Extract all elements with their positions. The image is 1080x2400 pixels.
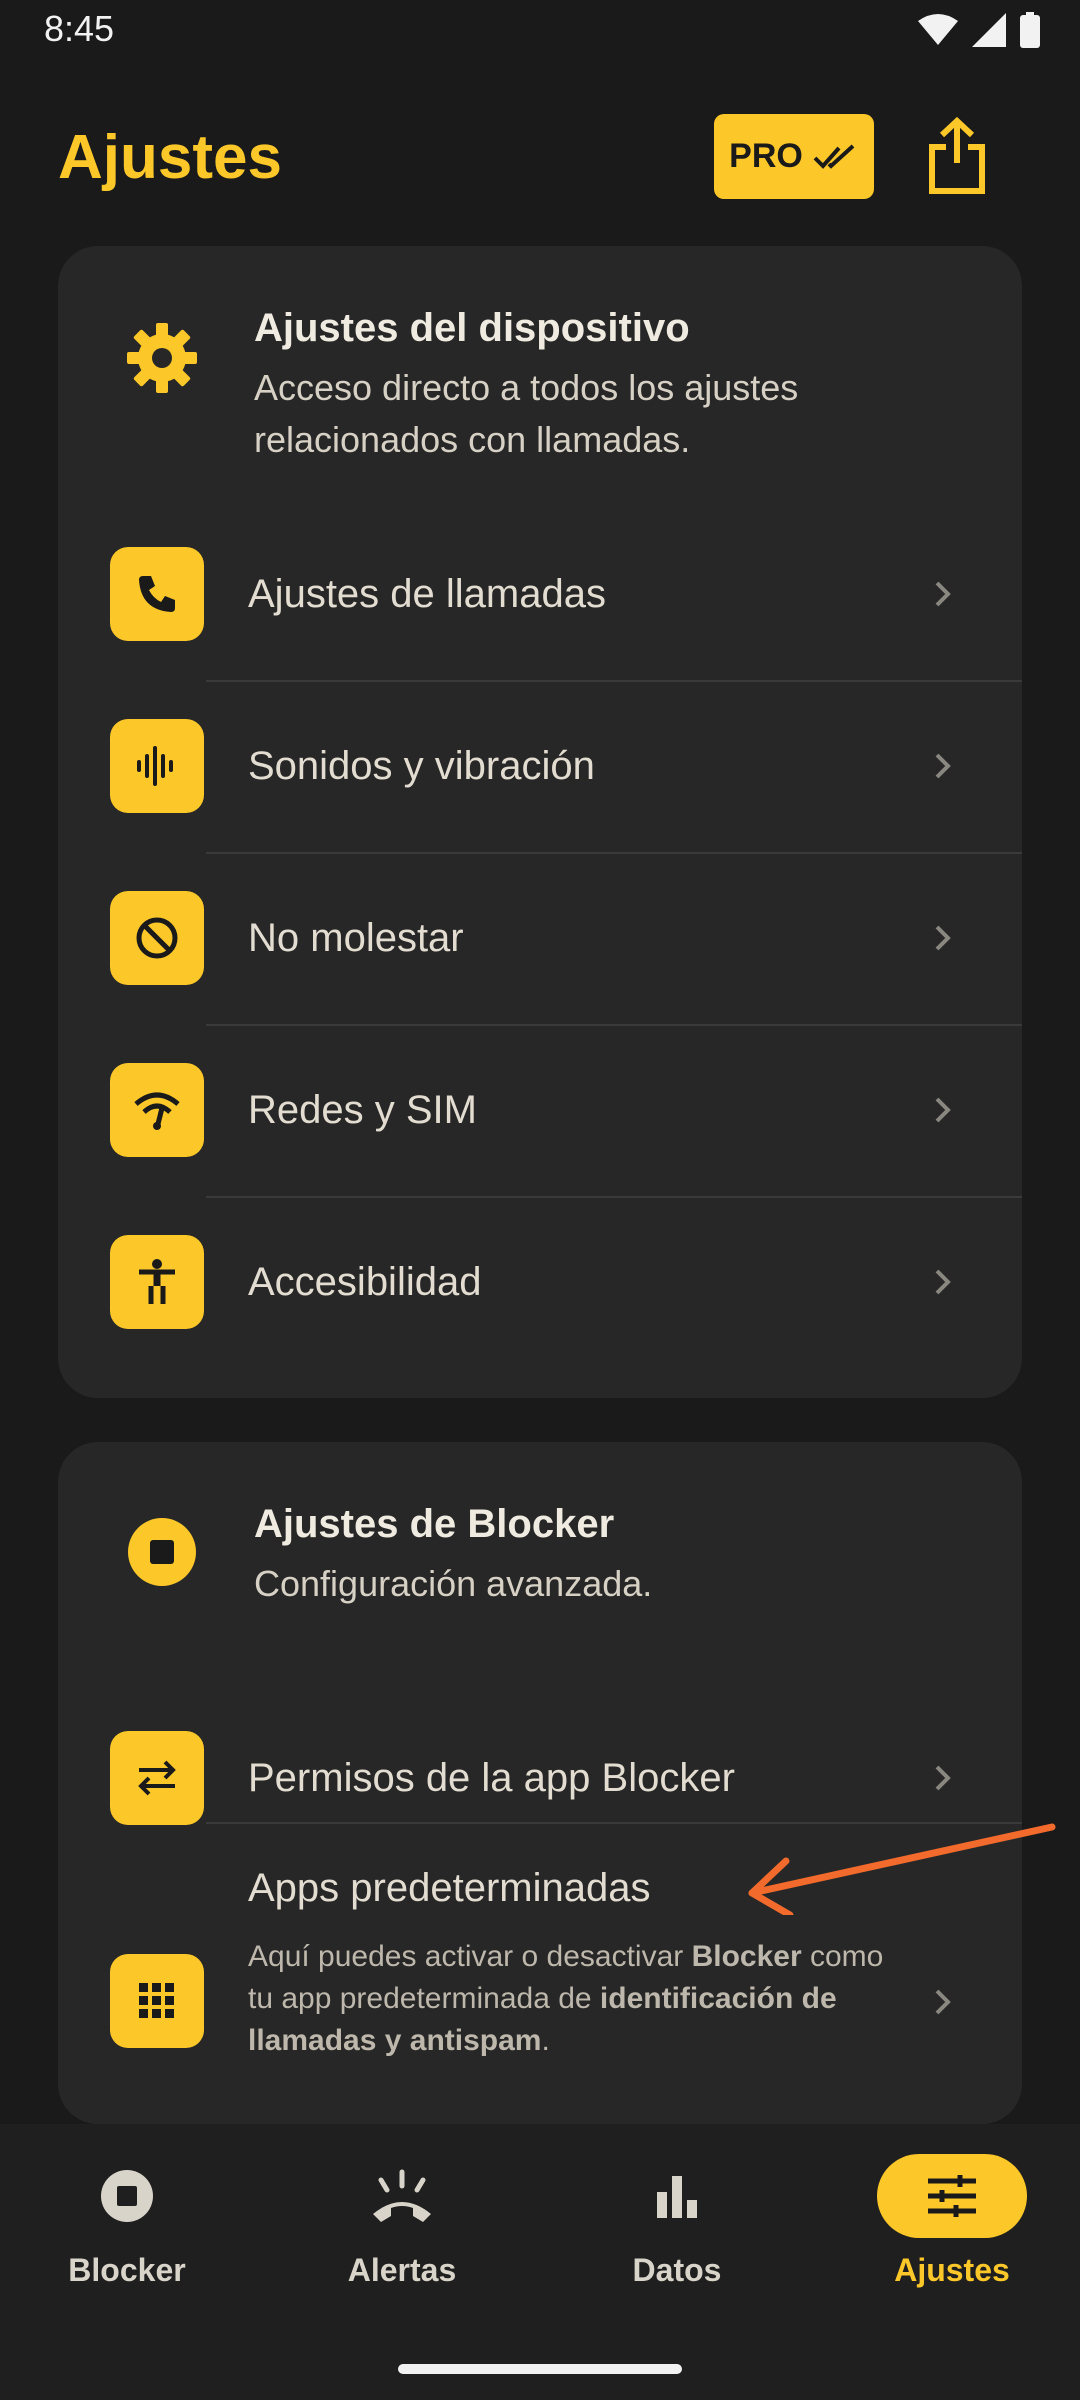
nav-label: Blocker — [68, 2252, 186, 2288]
desc-text: Aquí puedes activar o desactivar — [248, 1940, 692, 1973]
bottom-navigation: Blocker Alertas Datos Ajustes — [0, 2124, 1080, 2400]
status-time: 8:45 — [44, 8, 115, 49]
chevron-right-icon — [934, 1988, 952, 2021]
nav-label: Datos — [632, 2252, 722, 2288]
nav-item-blocker[interactable]: Blocker — [27, 2154, 227, 2314]
device-settings-card: Ajustes del dispositivo Acceso directo a… — [58, 246, 1022, 1398]
gesture-handle[interactable] — [398, 2364, 682, 2374]
status-bar: 8:45 — [0, 0, 1080, 64]
row-label: Sonidos y vibración — [248, 744, 595, 788]
page-title: Ajustes — [58, 123, 282, 192]
do-not-disturb-icon — [110, 891, 204, 985]
chevron-right-icon — [934, 680, 952, 852]
wifi-icon — [918, 14, 958, 45]
battery-icon — [1020, 12, 1040, 48]
desc-text: . — [541, 2024, 550, 2057]
blocker-settings-subtitle: Configuración avanzada. — [254, 1563, 653, 1604]
chevron-right-icon — [934, 508, 952, 680]
signal-icon — [972, 13, 1006, 47]
double-check-icon — [813, 144, 855, 169]
nav-item-datos[interactable]: Datos — [577, 2154, 777, 2314]
swap-arrows-icon — [110, 1731, 204, 1825]
phone-hangup-icon — [327, 2154, 477, 2238]
chevron-right-icon — [934, 1024, 952, 1196]
status-icons — [918, 12, 1040, 48]
row-label: No molestar — [248, 916, 464, 960]
blocker-settings-card: Ajustes de Blocker Configuración avanzad… — [58, 1442, 1022, 2124]
network-icon — [110, 1063, 204, 1157]
device-settings-subtitle: Acceso directo a todos los ajustes relac… — [254, 367, 799, 460]
row-label: Apps predeterminadas — [248, 1866, 651, 1910]
default-apps-description: Aquí puedes activar o desactivar Blocker… — [248, 1936, 888, 2062]
row-sounds-vibration[interactable]: Sonidos y vibración — [58, 680, 1022, 852]
stop-icon — [52, 2154, 202, 2238]
chevron-right-icon — [934, 1196, 952, 1368]
blocker-settings-title: Ajustes de Blocker — [254, 1502, 615, 1546]
row-networks-sim[interactable]: Redes y SIM — [58, 1024, 1022, 1196]
sliders-icon — [877, 2154, 1027, 2238]
sound-wave-icon — [110, 719, 204, 813]
app-grid-icon — [110, 1954, 204, 2048]
row-label: Ajustes de llamadas — [248, 572, 606, 616]
row-accessibility[interactable]: Accesibilidad — [58, 1196, 1022, 1368]
nav-label: Alertas — [347, 2252, 457, 2288]
nav-label: Ajustes — [894, 2252, 1010, 2288]
annotation-arrow-icon — [748, 1823, 1056, 1915]
row-call-settings[interactable]: Ajustes de llamadas — [58, 508, 1022, 680]
row-do-not-disturb[interactable]: No molestar — [58, 852, 1022, 1024]
gear-icon — [112, 308, 212, 408]
phone-icon — [110, 547, 204, 641]
share-icon — [929, 117, 985, 194]
accessibility-icon — [110, 1235, 204, 1329]
bar-chart-icon — [602, 2154, 752, 2238]
stop-icon — [112, 1502, 212, 1602]
nav-item-alertas[interactable]: Alertas — [302, 2154, 502, 2314]
pro-button[interactable]: PRO — [714, 114, 874, 199]
device-settings-title: Ajustes del dispositivo — [254, 306, 690, 350]
pro-label: PRO — [729, 137, 803, 175]
row-label: Redes y SIM — [248, 1088, 477, 1132]
row-label: Accesibilidad — [248, 1260, 482, 1304]
nav-item-ajustes[interactable]: Ajustes — [852, 2154, 1052, 2314]
chevron-right-icon — [934, 852, 952, 1024]
share-button[interactable] — [920, 112, 994, 202]
desc-bold-app: Blocker — [691, 1940, 802, 1973]
